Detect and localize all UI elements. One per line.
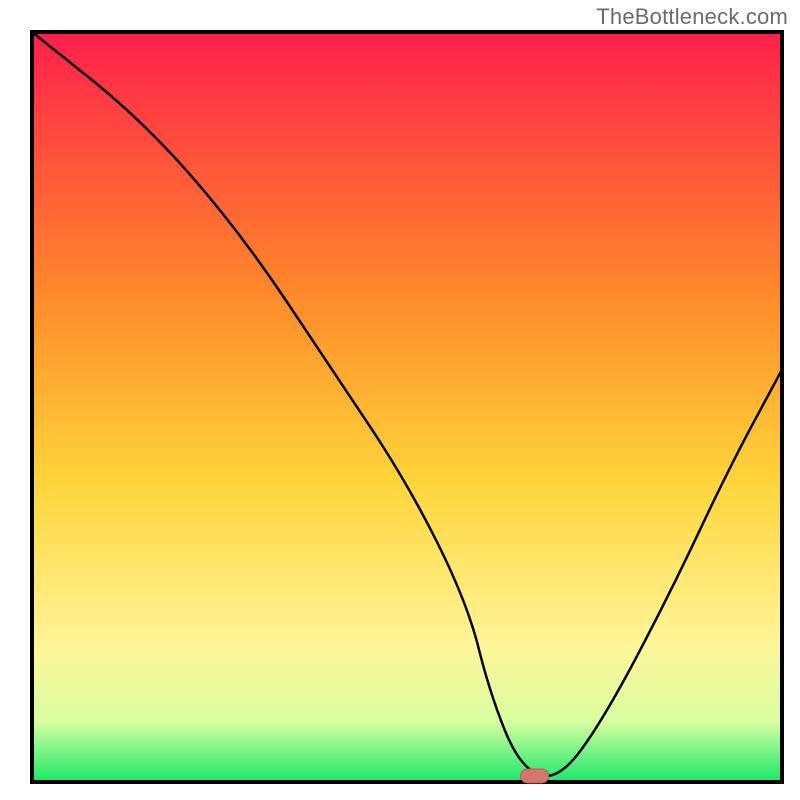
bottleneck-chart (0, 0, 800, 800)
chart-container: { "watermark": "TheBottleneck.com", "col… (0, 0, 800, 800)
optimal-marker (521, 769, 549, 783)
plot-background (32, 32, 782, 782)
